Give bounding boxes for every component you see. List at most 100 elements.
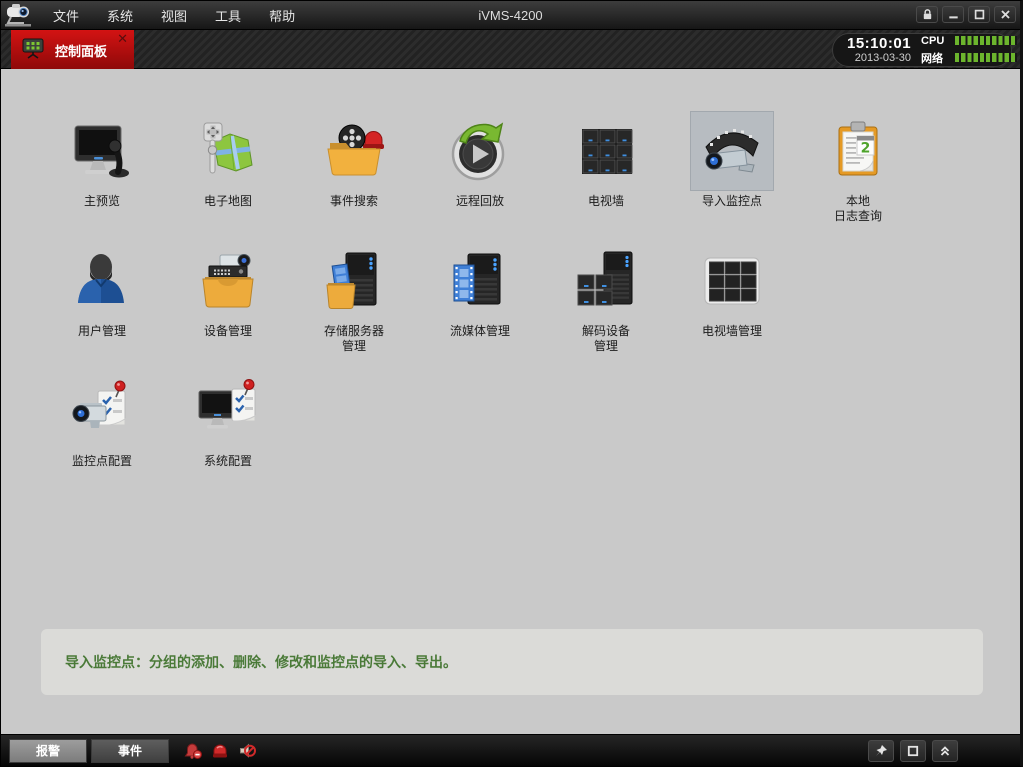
device-management-icon xyxy=(196,249,260,313)
maximize-button[interactable] xyxy=(968,6,990,23)
audio-mute-button[interactable] xyxy=(237,741,257,761)
app-item-label: 事件搜索 xyxy=(330,194,378,209)
user-management-icon xyxy=(70,249,134,313)
app-item-label: 电视墙 xyxy=(588,194,624,209)
maximize-icon xyxy=(973,8,986,21)
minimize-icon xyxy=(947,8,960,21)
app-item-label: 主预览 xyxy=(84,194,120,209)
app-item-camera-configuration[interactable]: 监控点配置 xyxy=(39,371,165,501)
storage-server-management-icon xyxy=(322,249,386,313)
network-meter-bar xyxy=(955,53,1017,62)
control-panel-icon xyxy=(21,37,45,64)
app-item-label: 解码设备 管理 xyxy=(582,324,630,354)
tab-control-panel[interactable]: 控制面板 ✕ xyxy=(11,30,134,70)
tab-label: 控制面板 xyxy=(55,41,107,60)
decoding-device-management-icon xyxy=(574,249,638,313)
app-item-remote-playback[interactable]: 远程回放 xyxy=(417,111,543,241)
module-description-text: 导入监控点：分组的添加、删除、修改和监控点的导入、导出。 xyxy=(65,652,457,672)
stream-media-management-icon xyxy=(448,249,512,313)
module-grid: 主预览 电子地图 xyxy=(1,69,1020,501)
app-item-label: 导入监控点 xyxy=(702,194,762,209)
minimize-button[interactable] xyxy=(942,6,964,23)
alarm-siren-button[interactable] xyxy=(210,741,230,761)
collapse-panel-button[interactable] xyxy=(932,740,958,762)
camera-configuration-icon xyxy=(70,379,134,443)
app-item-label: 流媒体管理 xyxy=(450,324,510,339)
event-search-icon xyxy=(322,119,386,183)
app-item-label: 远程回放 xyxy=(456,194,504,209)
app-item-system-configuration[interactable]: 系统配置 xyxy=(165,371,291,501)
lock-icon xyxy=(921,8,934,21)
selected-item-highlight xyxy=(690,111,774,191)
status-bar: 报警 事件 xyxy=(1,734,1020,766)
app-item-tv-wall-management[interactable]: 电视墙管理 xyxy=(669,241,795,371)
app-window: 文件 系统 视图 工具 帮助 iVMS-4200 xyxy=(0,0,1023,767)
lock-button[interactable] xyxy=(916,6,938,23)
cpu-meter-bar xyxy=(955,36,1017,45)
app-item-local-log-search[interactable]: 2 本地 日志查询 xyxy=(795,111,921,241)
e-map-icon xyxy=(196,119,260,183)
control-panel-content: 主预览 电子地图 xyxy=(1,69,1020,734)
app-item-label: 用户管理 xyxy=(78,324,126,339)
window-controls xyxy=(916,6,1016,23)
app-item-label: 系统配置 xyxy=(204,454,252,469)
status-bar-window-tools xyxy=(868,740,958,762)
close-button[interactable] xyxy=(994,6,1016,23)
import-camera-icon xyxy=(700,119,764,183)
app-item-label: 本地 日志查询 xyxy=(834,194,882,224)
menu-help[interactable]: 帮助 xyxy=(257,2,307,29)
app-item-label: 存储服务器 管理 xyxy=(324,324,384,354)
local-log-search-icon: 2 xyxy=(826,119,890,183)
restore-panel-button[interactable] xyxy=(900,740,926,762)
double-chevron-up-icon xyxy=(938,744,952,758)
clock-time: 15:10:01 xyxy=(847,36,911,52)
app-item-tv-wall[interactable]: 电视墙 xyxy=(543,111,669,241)
module-description-panel: 导入监控点：分组的添加、删除、修改和监控点的导入、导出。 xyxy=(41,629,983,695)
speaker-mute-icon xyxy=(238,742,256,760)
menu-system[interactable]: 系统 xyxy=(95,2,145,29)
title-bar: 文件 系统 视图 工具 帮助 iVMS-4200 xyxy=(1,1,1020,29)
app-item-import-camera[interactable]: 导入监控点 xyxy=(669,111,795,241)
app-item-label: 电子地图 xyxy=(204,194,252,209)
event-tab-button[interactable]: 事件 xyxy=(91,739,169,763)
menu-tools[interactable]: 工具 xyxy=(203,2,253,29)
app-item-label: 电视墙管理 xyxy=(702,324,762,339)
network-meter-label: 网络 xyxy=(921,50,955,66)
siren-icon xyxy=(211,742,229,760)
remote-playback-icon xyxy=(448,119,512,183)
tab-bar: 控制面板 ✕ 15:10:01 2013-03-30 CPU 网络 xyxy=(1,29,1020,69)
alarm-bell-mute-button[interactable] xyxy=(183,741,203,761)
bell-minus-icon xyxy=(184,742,202,760)
app-item-event-search[interactable]: 事件搜索 xyxy=(291,111,417,241)
usage-meters: CPU 网络 xyxy=(921,35,1017,66)
svg-text:2: 2 xyxy=(861,141,871,157)
menu-bar: 文件 系统 视图 工具 帮助 xyxy=(41,2,307,29)
close-icon xyxy=(999,8,1012,21)
alarm-tab-button[interactable]: 报警 xyxy=(9,739,87,763)
system-status-pill: 15:10:01 2013-03-30 CPU 网络 xyxy=(832,33,1012,67)
app-item-label: 监控点配置 xyxy=(72,454,132,469)
tv-wall-icon xyxy=(574,119,638,183)
menu-view[interactable]: 视图 xyxy=(149,2,199,29)
menu-file[interactable]: 文件 xyxy=(41,2,91,29)
main-preview-icon xyxy=(70,119,134,183)
pushpin-icon xyxy=(874,744,888,758)
clock-date: 2013-03-30 xyxy=(847,52,911,64)
tab-close-icon[interactable]: ✕ xyxy=(117,32,128,46)
app-item-label: 设备管理 xyxy=(204,324,252,339)
cpu-meter-label: CPU xyxy=(921,35,955,47)
app-item-main-preview[interactable]: 主预览 xyxy=(39,111,165,241)
app-item-user-management[interactable]: 用户管理 xyxy=(39,241,165,371)
app-item-device-management[interactable]: 设备管理 xyxy=(165,241,291,371)
restore-icon xyxy=(906,744,920,758)
app-item-storage-server-management[interactable]: 存储服务器 管理 xyxy=(291,241,417,371)
app-item-stream-media-management[interactable]: 流媒体管理 xyxy=(417,241,543,371)
app-item-e-map[interactable]: 电子地图 xyxy=(165,111,291,241)
app-item-decoding-device-management[interactable]: 解码设备 管理 xyxy=(543,241,669,371)
tv-wall-management-icon xyxy=(700,249,764,313)
clock: 15:10:01 2013-03-30 xyxy=(847,36,911,64)
pin-panel-button[interactable] xyxy=(868,740,894,762)
app-logo-camera-icon xyxy=(1,1,37,29)
status-toggle-icons xyxy=(183,741,257,761)
system-configuration-icon xyxy=(196,379,260,443)
